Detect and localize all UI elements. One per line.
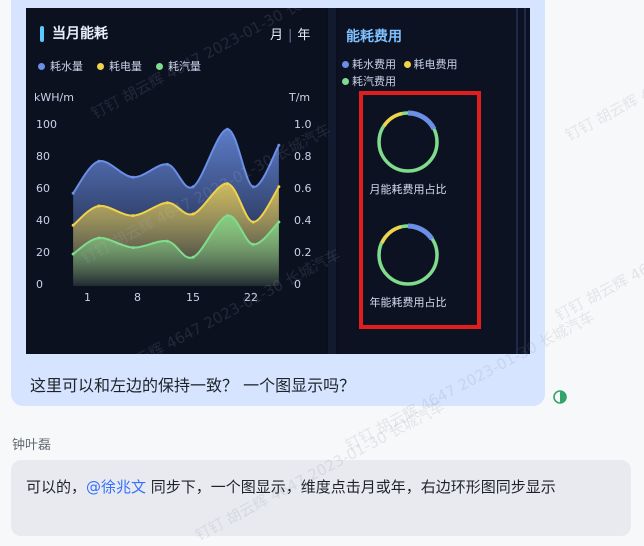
ring-electricity-segment [382,111,403,128]
watermark: 钉钉 胡云辉 4647 2023-01-30 长城汽车 [552,177,644,325]
data-point-steam [71,252,75,256]
yearly-cost-ring [377,223,439,286]
data-point-electricity [97,204,101,208]
monthly-ring-label: 月能耗费用占比 [369,183,447,196]
data-point-electricity [131,214,135,218]
watermark: 钉钉 胡云辉 4647 2023-01-30 长城汽车 [562,0,644,145]
cost-legend-item-water: 耗水费用 [342,56,396,73]
reply-text-after: 同步下，一个图显示，维度点击月或年，右边环形图同步显示 [146,478,556,496]
attached-dashboard-image[interactable]: 当月能耗 月 | 年 耗水量 耗电量 耗汽量 kWH/m T/m 100 80 60… [26,8,530,354]
mention-link[interactable]: @徐兆文 [86,478,146,496]
data-point-electricity [277,185,281,189]
data-point-electricity [225,182,229,186]
monthly-cost-ring [377,110,439,173]
data-point-water [131,175,135,179]
panel-divider [328,8,336,354]
message-text: 这里可以和左边的保持一致？ 一个图显示吗？ [30,376,356,395]
edge-line [516,8,518,354]
cost-legend: 耗水费用 耗电费用 耗汽费用 [342,56,462,90]
ring-water-segment [407,110,437,131]
data-point-steam [277,220,281,224]
cost-legend-item-steam: 耗汽费用 [342,73,396,90]
legend-label: 耗水费用 [352,58,396,71]
data-point-steam [131,246,135,250]
read-status-icon[interactable] [553,390,567,404]
data-point-water [71,191,75,195]
legend-dot [342,78,349,85]
legend-label: 耗电费用 [413,58,458,71]
data-point-electricity [71,223,75,227]
legend-label: 耗汽费用 [352,75,396,88]
data-point-steam [191,255,195,259]
data-point-water [165,162,169,166]
legend-dot [403,61,411,68]
energy-area-chart [71,127,281,286]
data-point-electricity [251,220,255,224]
cost-legend-item-electricity: 耗电费用 [403,56,458,73]
data-point-water [191,185,195,189]
data-point-water [225,127,229,131]
data-point-water [251,185,255,189]
data-point-steam [225,214,229,218]
data-point-steam [251,242,255,246]
edge-line [524,8,526,354]
data-point-water [97,159,101,163]
data-point-electricity [191,212,195,216]
data-point-electricity [165,201,169,205]
cost-panel-title: 能耗费用 [346,29,402,45]
reply-text-before: 可以的， [26,478,87,496]
reply-text: 可以的，@徐兆文 同步下，一个图显示，维度点击月或年，右边环形图同步显示 [26,474,616,500]
ring-water-segment [407,223,435,241]
data-point-steam [97,236,101,240]
legend-dot [342,61,349,68]
yearly-ring-label: 年能耗费用占比 [369,296,447,309]
reply-sender-name[interactable]: 钟叶磊 [12,434,51,453]
data-point-water [277,143,281,147]
data-point-steam [165,239,169,243]
